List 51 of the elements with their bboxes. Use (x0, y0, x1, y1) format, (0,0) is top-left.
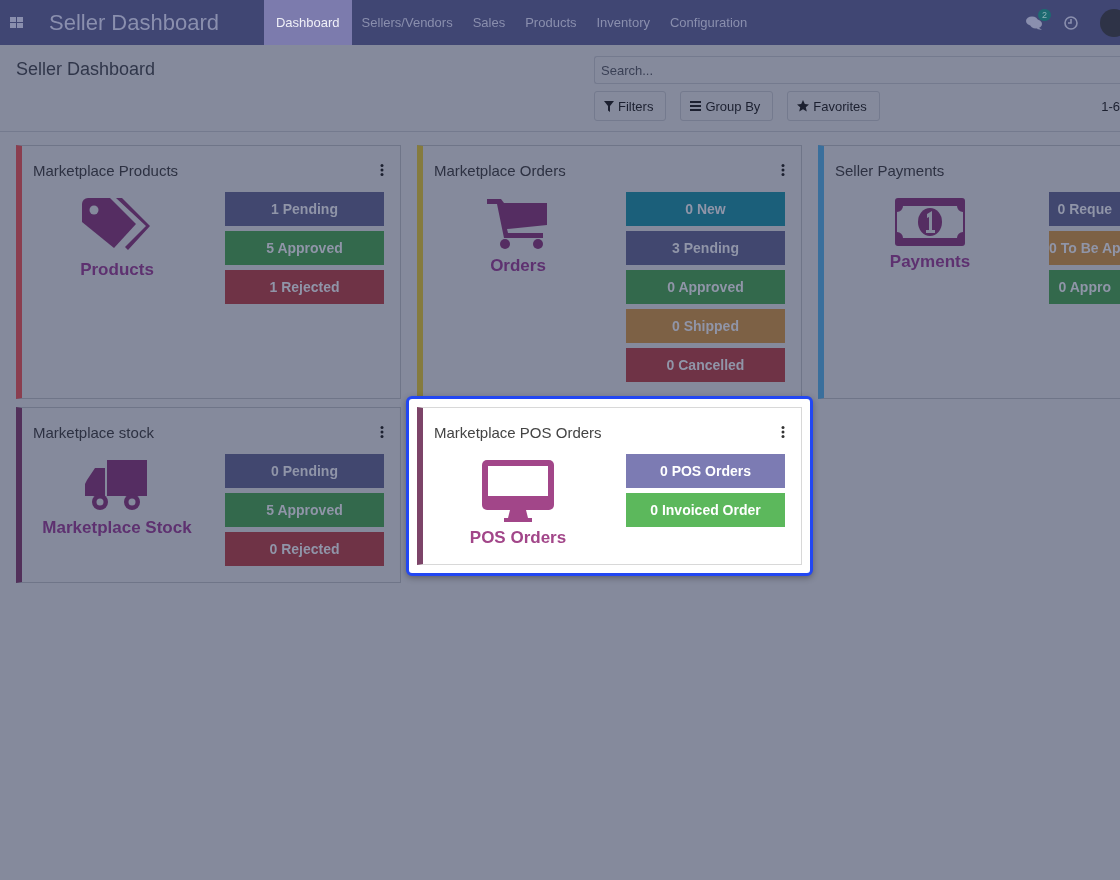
clock-icon[interactable] (1064, 15, 1078, 30)
card-label[interactable]: Products (80, 260, 154, 280)
menu-tab[interactable]: Dashboard (264, 0, 352, 45)
status-button[interactable]: 0 To Be Ap (1049, 231, 1120, 265)
list-icon (690, 101, 702, 111)
search-field[interactable]: Search... (594, 56, 1120, 84)
card-title: Marketplace Orders (434, 161, 566, 179)
card-label[interactable]: Payments (889, 252, 971, 272)
cart-icon (487, 198, 549, 250)
card-title: Marketplace Products (33, 161, 179, 179)
card-label[interactable]: Orders (490, 256, 546, 276)
filter-button[interactable]: Filters (594, 91, 667, 121)
status-button[interactable]: 0 Appro (1049, 270, 1120, 304)
group-button[interactable]: Group By (680, 91, 774, 121)
status-button[interactable]: 0 Rejected (225, 532, 384, 566)
status-button[interactable]: 0 New (626, 192, 785, 226)
status-button[interactable]: 0 Approved (626, 270, 785, 304)
menu-tab[interactable]: Inventory (586, 0, 660, 45)
kebab-menu-icon[interactable] (781, 426, 785, 438)
card-label[interactable]: Marketplace Stock (42, 518, 192, 538)
status-button[interactable]: 0 Reque (1049, 192, 1120, 226)
status-button[interactable]: 0 Shipped (626, 309, 785, 343)
card-title: Marketplace stock (33, 423, 154, 441)
menu-tab[interactable]: Sales (462, 0, 516, 45)
menu-tab[interactable]: Configuration (660, 0, 758, 45)
banknote-icon (895, 198, 965, 246)
status-button[interactable]: 5 Approved (225, 231, 384, 265)
card-title: Seller Payments (835, 161, 945, 179)
menu-tab[interactable]: Products (515, 0, 587, 45)
card-label[interactable]: POS Orders (469, 528, 567, 548)
filter-icon (604, 100, 614, 112)
pager-text: 1-6 (1101, 98, 1120, 114)
status-button[interactable]: 0 Cancelled (626, 348, 785, 382)
star-button[interactable]: Favorites (787, 91, 880, 121)
status-button[interactable]: 1 Rejected (225, 270, 384, 304)
menu-tab[interactable]: Sellers/Vendors (351, 0, 463, 45)
monitor-icon (482, 460, 554, 522)
apps-grid-icon[interactable] (10, 17, 23, 28)
status-button[interactable]: 0 Pending (225, 454, 384, 488)
status-button[interactable]: 0 Invoiced Order (626, 493, 785, 527)
message-count-badge: 2 (1038, 8, 1051, 21)
app-title: Seller Dashboard (49, 9, 219, 36)
status-button[interactable]: 5 Approved (225, 493, 384, 527)
status-button[interactable]: 1 Pending (225, 192, 384, 226)
star-icon (797, 100, 810, 112)
breadcrumb: Seller Dashboard (15, 58, 157, 81)
truck-icon (85, 460, 149, 512)
status-button[interactable]: 3 Pending (626, 231, 785, 265)
card-title: Marketplace POS Orders (434, 423, 602, 441)
status-button[interactable]: 0 POS Orders (626, 454, 785, 488)
chat-icon[interactable] (1026, 15, 1042, 30)
